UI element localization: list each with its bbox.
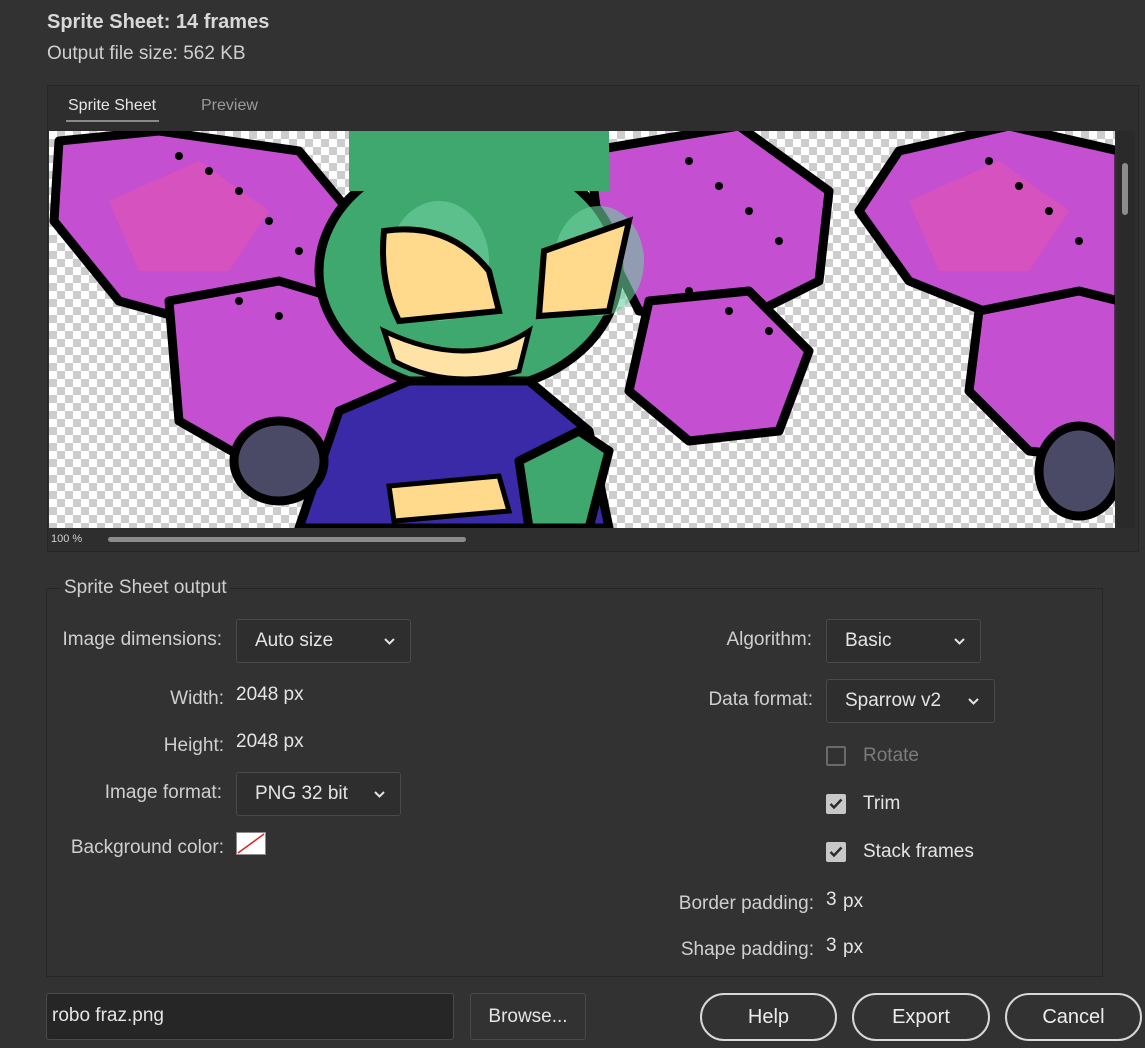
vertical-scroll-thumb[interactable] [1122, 163, 1128, 215]
active-tab-indicator [66, 120, 159, 122]
image-format-value: PNG 32 bit [255, 783, 348, 804]
sprite-preview-image [49, 131, 1115, 528]
image-dimensions-value: Auto size [255, 630, 334, 651]
chevron-down-icon [954, 637, 965, 645]
stack-frames-label: Stack frames [863, 841, 974, 862]
tab-preview[interactable]: Preview [201, 97, 258, 115]
group-border-right [230, 588, 1102, 589]
tab-sprite-sheet[interactable]: Sprite Sheet [68, 97, 156, 115]
rotate-checkbox[interactable] [826, 746, 846, 766]
shape-padding-unit: px [843, 937, 864, 958]
checkmark-icon [829, 798, 843, 810]
shape-padding-label: Shape padding: [680, 939, 814, 960]
help-button[interactable]: Help [700, 993, 837, 1041]
algorithm-label: Algorithm: [726, 629, 812, 650]
width-value[interactable]: 2048 px [236, 684, 304, 706]
sprite-sheet-canvas[interactable] [49, 131, 1115, 528]
data-format-dropdown[interactable]: Sparrow v2 [826, 679, 995, 723]
output-file-size: Output file size: 562 KB [47, 43, 246, 64]
background-color-label: Background color: [70, 837, 224, 858]
rotate-label: Rotate [863, 745, 919, 766]
image-dimensions-dropdown[interactable]: Auto size [236, 619, 411, 663]
cancel-button[interactable]: Cancel [1005, 993, 1142, 1041]
chevron-down-icon [968, 697, 979, 705]
horizontal-scroll-thumb[interactable] [108, 537, 466, 542]
image-dimensions-label: Image dimensions: [62, 629, 222, 650]
trim-checkbox[interactable] [826, 794, 846, 814]
background-color-swatch[interactable] [236, 832, 266, 855]
dialog-title: Sprite Sheet: 14 frames [47, 11, 270, 33]
data-format-label: Data format: [708, 689, 813, 710]
group-title: Sprite Sheet output [62, 577, 229, 599]
height-value[interactable]: 2048 px [236, 731, 304, 753]
border-padding-unit: px [843, 891, 864, 912]
chevron-down-icon [384, 637, 395, 645]
chevron-down-icon [374, 790, 385, 798]
checkmark-icon [829, 846, 843, 858]
algorithm-value: Basic [845, 630, 892, 651]
data-format-value: Sparrow v2 [845, 690, 942, 711]
no-color-icon [237, 833, 265, 854]
zoom-level: 100 % [51, 533, 83, 545]
stack-frames-checkbox[interactable] [826, 842, 846, 862]
width-label: Width: [170, 688, 224, 709]
image-format-dropdown[interactable]: PNG 32 bit [236, 772, 401, 816]
export-button[interactable]: Export [852, 993, 990, 1041]
algorithm-dropdown[interactable]: Basic [826, 619, 981, 663]
border-padding-label: Border padding: [678, 893, 814, 914]
image-format-label: Image format: [104, 782, 222, 803]
trim-label: Trim [863, 793, 901, 814]
browse-button[interactable]: Browse... [470, 993, 586, 1040]
group-border-left [46, 588, 60, 589]
height-label: Height: [163, 735, 224, 756]
border-padding-value[interactable]: 3 [826, 889, 837, 911]
shape-padding-value[interactable]: 3 [826, 935, 837, 957]
output-filename-field[interactable]: robo fraz.png [46, 993, 454, 1040]
